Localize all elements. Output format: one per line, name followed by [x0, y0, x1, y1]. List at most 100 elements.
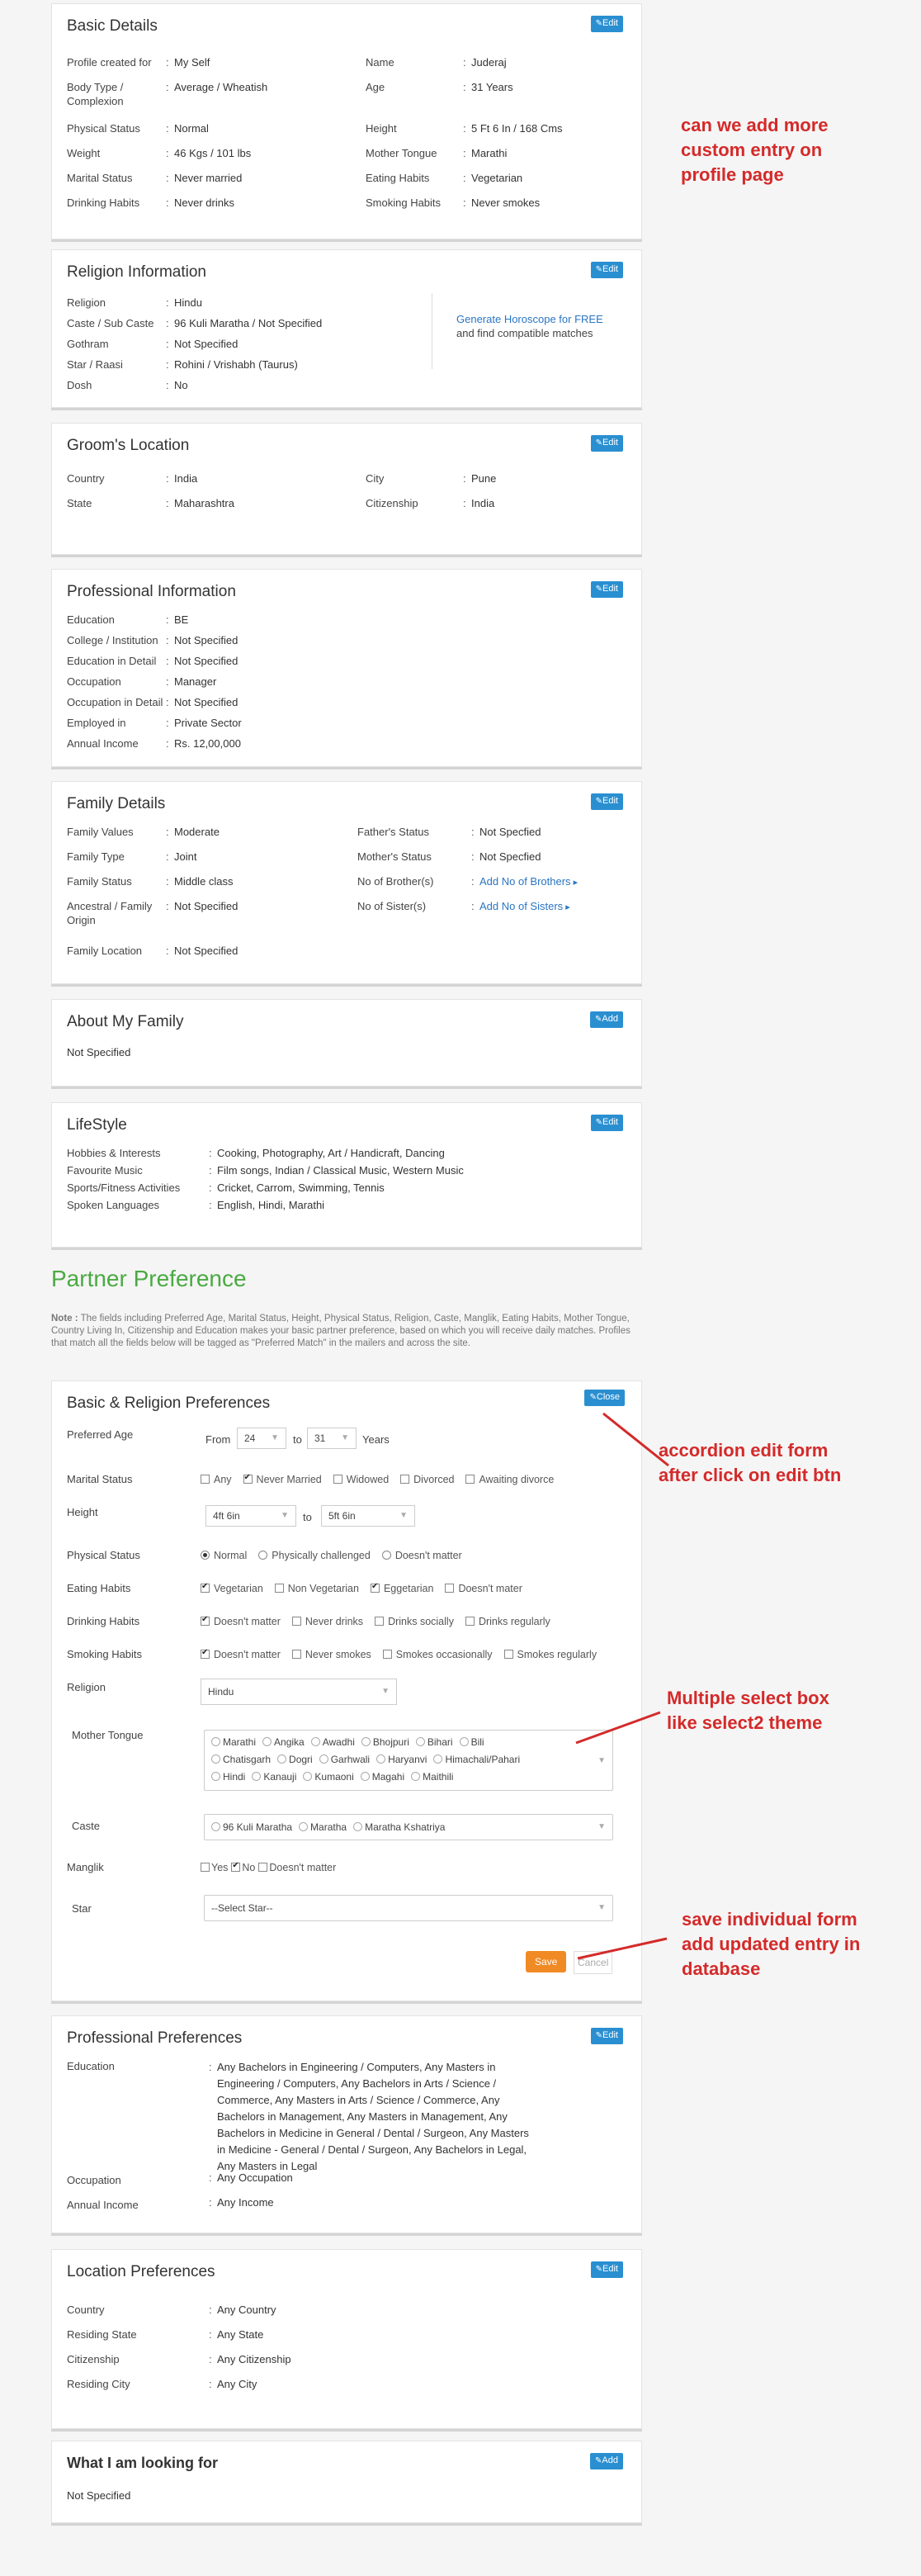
height-to-select[interactable]: 5ft 6in ▼ [321, 1505, 415, 1527]
physical-option[interactable]: Doesn't matter [381, 1550, 462, 1561]
marital-option[interactable]: Awaiting divorce [465, 1474, 554, 1485]
drinking-option[interactable]: Drinks regularly [465, 1616, 550, 1627]
add-siblings-link[interactable]: Add No of Brothers [471, 874, 628, 890]
checkbox[interactable] [291, 1617, 301, 1626]
star-select[interactable]: --Select Star-- ▼ [204, 1895, 613, 1921]
language-chip[interactable]: Marathi [211, 1734, 256, 1751]
field-label: Profile created for [67, 56, 152, 69]
checkbox[interactable] [201, 1615, 210, 1626]
eating-option[interactable]: Doesn't mater [445, 1583, 522, 1594]
language-chip[interactable]: Himachali/Pahari [433, 1751, 520, 1769]
checkbox[interactable] [465, 1617, 475, 1626]
caste-chip[interactable]: 96 Kuli Maratha [211, 1815, 292, 1840]
radio[interactable] [381, 1551, 391, 1560]
smoking-option[interactable]: Never smokes [291, 1649, 371, 1660]
caste-multiselect[interactable]: 96 Kuli Maratha Maratha Maratha Kshatriya ▼ [204, 1814, 613, 1840]
field-label: Name [366, 56, 394, 69]
height-from-value: 4ft 6in [213, 1510, 240, 1522]
manglik-option[interactable]: No [231, 1861, 255, 1873]
radio[interactable] [201, 1551, 210, 1560]
radio[interactable] [258, 1551, 268, 1560]
eating-option[interactable]: Vegetarian [201, 1582, 263, 1594]
option-label: Doesn't matter [394, 1550, 462, 1561]
eating-option[interactable]: Eggetarian [370, 1582, 433, 1594]
drinking-option[interactable]: Drinks socially [375, 1616, 454, 1627]
smoking-option[interactable]: Smokes occasionally [382, 1649, 493, 1660]
generate-horoscope-link[interactable]: Generate Horoscope for FREE [456, 313, 603, 325]
language-chip[interactable]: Angika [262, 1734, 305, 1751]
physical-option[interactable]: Physically challenged [258, 1550, 371, 1561]
age-to-select[interactable]: 31 ▼ [307, 1428, 357, 1449]
language-chip[interactable]: Kanauji [252, 1769, 296, 1786]
checkbox[interactable] [291, 1650, 301, 1659]
smoking-option[interactable]: Doesn't matter [201, 1648, 281, 1660]
annotation-line: profile page [681, 164, 784, 185]
field-label: Mother Tongue [72, 1729, 144, 1741]
checkbox[interactable] [201, 1648, 210, 1659]
edit-button[interactable]: Edit [590, 2028, 623, 2044]
caste-chip[interactable]: Maratha [299, 1815, 347, 1840]
checkbox[interactable] [465, 1475, 475, 1484]
physical-option[interactable]: Normal [201, 1550, 247, 1561]
edit-button[interactable]: Edit [590, 16, 623, 32]
height-from-select[interactable]: 4ft 6in ▼ [205, 1505, 296, 1527]
field-label: Physical Status [67, 1549, 140, 1561]
field-value: Any Country [209, 2303, 465, 2317]
checkbox[interactable] [333, 1475, 342, 1484]
language-chip[interactable]: Magahi [361, 1769, 404, 1786]
eating-option[interactable]: Non Vegetarian [274, 1583, 359, 1594]
checkbox[interactable] [201, 1863, 210, 1872]
language-chip[interactable]: Chatisgarh [211, 1751, 271, 1769]
language-chip[interactable]: Kumaoni [303, 1769, 353, 1786]
checkbox[interactable] [400, 1475, 410, 1484]
checkbox[interactable] [503, 1650, 513, 1659]
language-chip[interactable]: Hindi [211, 1769, 245, 1786]
note-text: The fields including Preferred Age, Mari… [51, 1314, 631, 1348]
add-siblings-link[interactable]: Add No of Sisters [471, 899, 628, 915]
mother-tongue-multiselect[interactable]: Marathi Angika Awadhi Bhojpuri Bihari Bili Cha… [204, 1730, 613, 1791]
marital-option[interactable]: Never Married [243, 1473, 322, 1485]
field-value: Manager [166, 675, 422, 689]
checkbox[interactable] [274, 1584, 284, 1593]
language-chip[interactable]: Awadhi [311, 1734, 355, 1751]
edit-button[interactable]: Edit [590, 793, 623, 810]
language-chip[interactable]: Bihari [416, 1734, 453, 1751]
add-button[interactable]: Add [590, 2453, 623, 2469]
marital-option[interactable]: Any [201, 1474, 232, 1485]
edit-button[interactable]: Edit [590, 435, 623, 452]
language-chip[interactable]: Dogri [277, 1751, 313, 1769]
field-label: Hobbies & Interests [67, 1147, 161, 1159]
language-chip[interactable]: Maithili [411, 1769, 453, 1786]
edit-button[interactable]: Edit [590, 262, 623, 278]
language-chip[interactable]: Bili [460, 1734, 484, 1751]
annotation-line: after click on edit btn [659, 1465, 842, 1485]
checkbox[interactable] [231, 1861, 241, 1872]
language-chip[interactable]: Haryanvi [376, 1751, 427, 1769]
age-from-select[interactable]: 24 ▼ [237, 1428, 286, 1449]
language-chip[interactable]: Bhojpuri [361, 1734, 409, 1751]
religion-select[interactable]: Hindu ▼ [201, 1679, 397, 1705]
edit-button[interactable]: Edit [590, 2261, 623, 2278]
checkbox[interactable] [370, 1582, 380, 1593]
manglik-option[interactable]: Yes [201, 1862, 228, 1873]
checkbox[interactable] [201, 1582, 210, 1593]
checkbox[interactable] [243, 1473, 253, 1484]
marital-option[interactable]: Widowed [333, 1474, 389, 1485]
save-button[interactable]: Save [526, 1951, 567, 1972]
edit-button[interactable]: Edit [590, 581, 623, 598]
checkbox[interactable] [445, 1584, 455, 1593]
checkbox[interactable] [258, 1863, 268, 1872]
smoking-option[interactable]: Smokes regularly [503, 1649, 597, 1660]
edit-button[interactable]: Edit [590, 1115, 623, 1131]
close-button[interactable]: Close [584, 1390, 625, 1406]
marital-option[interactable]: Divorced [400, 1474, 454, 1485]
manglik-option[interactable]: Doesn't matter [258, 1862, 336, 1873]
checkbox[interactable] [201, 1475, 210, 1484]
checkbox[interactable] [382, 1650, 392, 1659]
drinking-option[interactable]: Doesn't matter [201, 1615, 281, 1627]
checkbox[interactable] [375, 1617, 385, 1626]
caste-chip[interactable]: Maratha Kshatriya [353, 1815, 445, 1840]
add-button[interactable]: Add [590, 1011, 623, 1028]
drinking-option[interactable]: Never drinks [291, 1616, 363, 1627]
language-chip[interactable]: Garhwali [319, 1751, 370, 1769]
